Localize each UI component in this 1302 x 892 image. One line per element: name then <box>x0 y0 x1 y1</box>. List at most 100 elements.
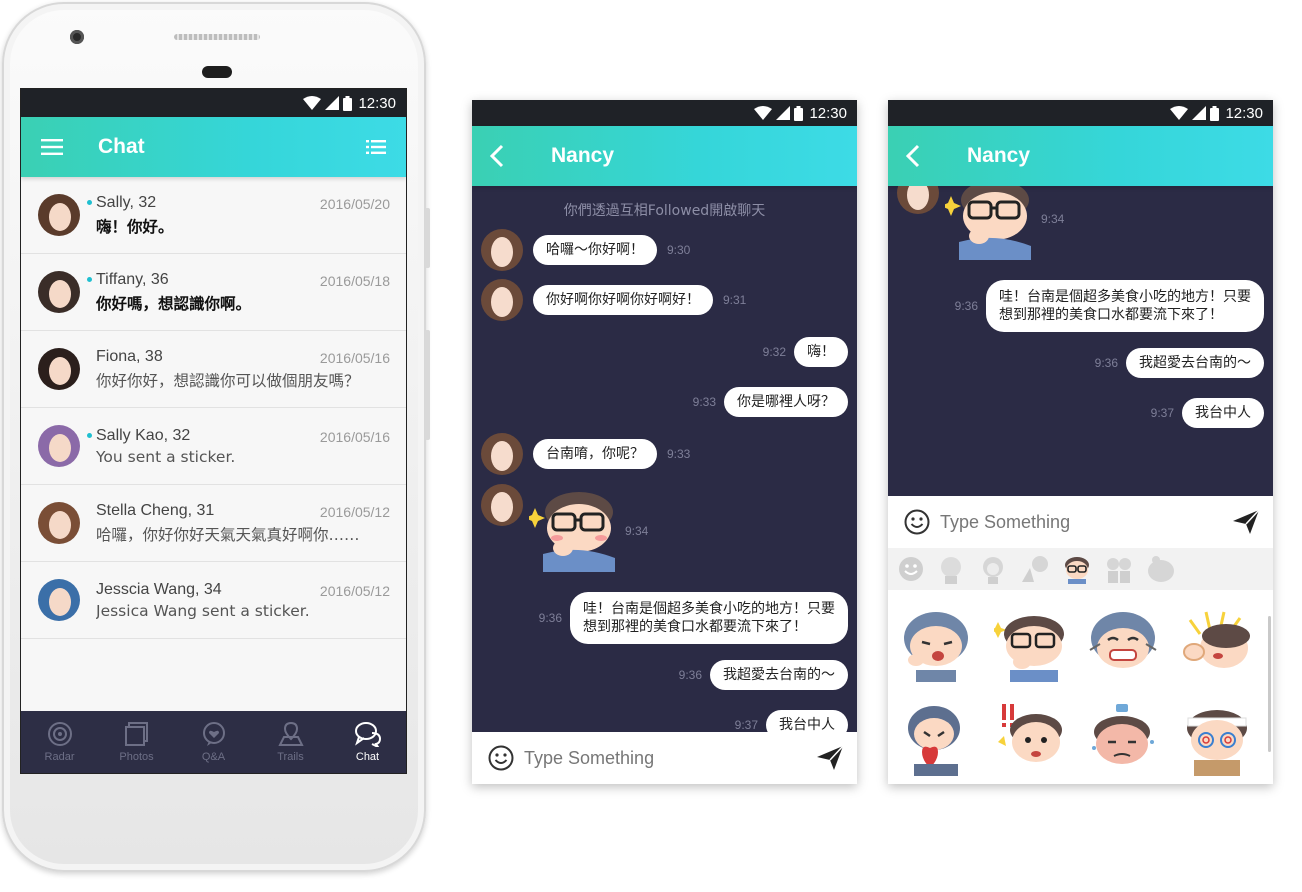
conversation-header: Nancy <box>472 126 857 186</box>
page-title: Chat <box>98 135 145 158</box>
contact-name: Sally, 32 <box>96 193 157 211</box>
sticker-pack-icon[interactable] <box>978 554 1008 584</box>
avatar <box>897 186 939 214</box>
battery-icon <box>794 105 804 121</box>
tab-label: Radar <box>44 751 75 763</box>
map-pin-icon <box>277 721 304 746</box>
online-indicator <box>87 277 92 282</box>
back-arrow-icon[interactable] <box>904 144 924 168</box>
tab-chat[interactable]: Chat <box>333 721 403 763</box>
showcase: 12:30 Chat Sally, 32 2016/05/20 嗨！你好。 Ti… <box>0 0 1302 892</box>
chat-list-header: Chat <box>21 117 406 177</box>
list-item[interactable]: Stella Cheng, 31 2016/05/12 哈囉，你好你好天氣天氣真… <box>21 485 406 562</box>
front-camera <box>70 30 84 44</box>
list-item[interactable]: Sally Kao, 32 2016/05/16 You sent a stic… <box>21 408 406 485</box>
message-time: 9:34 <box>625 524 649 538</box>
emoji-icon[interactable] <box>488 745 514 771</box>
heart-bubble-icon <box>202 722 225 746</box>
outgoing-message: 9:36 哇！台南是個超多美食小吃的地方！只要 想到那裡的美食口水都要流下來了！ <box>539 592 848 644</box>
battery-icon <box>1210 105 1220 121</box>
list-item[interactable]: Fiona, 38 2016/05/16 你好你好，想認識你可以做個朋友嗎？ <box>21 331 406 408</box>
proximity-sensor <box>202 66 232 78</box>
message-time: 9:36 <box>678 668 702 682</box>
message-bubble: 你是哪裡人呀？ <box>724 387 848 417</box>
avatar <box>38 502 80 544</box>
sticker-shocked[interactable] <box>994 702 1068 776</box>
message-bubble: 我超愛去台南的～ <box>710 660 848 690</box>
sticker-heartbroken[interactable] <box>900 702 974 776</box>
outgoing-message: 9:33 你是哪裡人呀？ <box>693 387 848 417</box>
list-item[interactable]: Tiffany, 36 2016/05/18 你好嗎，想認識你啊。 <box>21 254 406 331</box>
incoming-sticker-message: 9:34 <box>481 484 648 572</box>
message-date: 2016/05/12 <box>319 503 390 520</box>
contact-title: Nancy <box>551 144 615 167</box>
chat-list-screen: 12:30 Chat Sally, 32 2016/05/20 嗨！你好。 Ti… <box>20 88 407 774</box>
sticker-grin[interactable] <box>1086 608 1160 682</box>
list-view-icon[interactable] <box>366 140 386 154</box>
scrollbar[interactable] <box>1268 616 1271 752</box>
message-bubble: 我超愛去台南的～ <box>1126 348 1264 378</box>
message-time: 9:33 <box>692 395 716 409</box>
chat-bubbles-icon <box>354 722 381 747</box>
back-arrow-icon[interactable] <box>488 144 508 168</box>
glasses-boy-sticker <box>529 492 615 572</box>
emoji-icon[interactable] <box>904 509 930 535</box>
tab-label: Photos <box>119 751 154 763</box>
message-input[interactable]: Type Something <box>524 748 817 769</box>
volume-button <box>425 208 430 268</box>
outgoing-message: 9:37 我台中人 <box>1151 398 1264 428</box>
tab-radar[interactable]: Radar <box>25 721 95 763</box>
menu-icon[interactable] <box>41 139 63 155</box>
tab-label: Chat <box>355 751 380 763</box>
message-preview: 嗨！你好。 <box>96 217 174 236</box>
conversation-list: Sally, 32 2016/05/20 嗨！你好。 Tiffany, 36 2… <box>21 177 406 711</box>
sticker-flex[interactable] <box>1180 608 1254 682</box>
contact-name: Tiffany, 36 <box>96 270 169 288</box>
send-icon[interactable] <box>817 746 843 770</box>
wifi-icon <box>303 96 322 110</box>
list-item[interactable]: Sally, 32 2016/05/20 嗨！你好。 <box>21 177 406 254</box>
message-time: 9:30 <box>667 243 691 257</box>
sticker-headband-dizzy[interactable] <box>1180 702 1254 776</box>
sticker-pack-icon[interactable] <box>1104 554 1134 584</box>
message-line: 哇！台南是個超多美食小吃的地方！只要 <box>999 289 1251 305</box>
avatar <box>38 194 80 236</box>
tab-label: Trails <box>277 751 304 763</box>
message-bubble: 哇！台南是個超多美食小吃的地方！只要 想到那裡的美食口水都要流下來了！ <box>986 280 1264 332</box>
message-preview: 你好你好，想認識你可以做個朋友嗎？ <box>96 371 360 390</box>
tab-trails[interactable]: Trails <box>256 721 326 763</box>
message-preview: 哈囉，你好你好天氣天氣真好啊你…… <box>96 525 360 544</box>
emoji-pack-icon[interactable] <box>898 556 924 582</box>
message-date: 2016/05/18 <box>319 272 390 289</box>
signal-icon <box>325 96 340 110</box>
message-time: 9:37 <box>734 718 758 732</box>
earpiece-speaker <box>174 34 260 40</box>
contact-name: Fiona, 38 <box>96 347 163 365</box>
message-time: 9:32 <box>762 345 786 359</box>
battery-icon <box>343 95 353 111</box>
message-bubble: 哈囉～你好啊！ <box>533 235 657 265</box>
sticker-pack-icon-selected[interactable] <box>1062 554 1092 584</box>
sticker-sick[interactable] <box>1086 702 1160 776</box>
sticker-pack-icon[interactable] <box>936 554 966 584</box>
outgoing-message: 9:36 我超愛去台南的～ <box>679 660 848 690</box>
sticker-grid <box>888 590 1273 784</box>
list-item[interactable]: Jesscia Wang, 34 2016/05/12 Jessica Wang… <box>21 562 406 639</box>
tab-label: Q&A <box>201 751 226 763</box>
tab-photos[interactable]: Photos <box>102 721 172 763</box>
sticker-pack-icon[interactable] <box>1020 554 1050 584</box>
sticker-yawn[interactable] <box>900 608 974 682</box>
outgoing-message: 9:32 嗨！ <box>763 337 848 367</box>
message-input[interactable]: Type Something <box>940 512 1233 533</box>
avatar <box>481 484 523 526</box>
send-icon[interactable] <box>1233 510 1259 534</box>
message-bubble: 我台中人 <box>766 710 848 732</box>
status-bar: 12:30 <box>472 100 857 126</box>
message-preview: You sent a sticker. <box>96 447 236 466</box>
tab-qa[interactable]: Q&A <box>179 721 249 763</box>
avatar <box>38 425 80 467</box>
message-line: 想到那裡的美食口水都要流下來了！ <box>583 619 807 635</box>
sticker-glasses-thinking[interactable] <box>994 608 1068 682</box>
sticker-pack-icon[interactable] <box>1146 554 1176 584</box>
message-bubble: 你好啊你好啊你好啊好！ <box>533 285 713 315</box>
